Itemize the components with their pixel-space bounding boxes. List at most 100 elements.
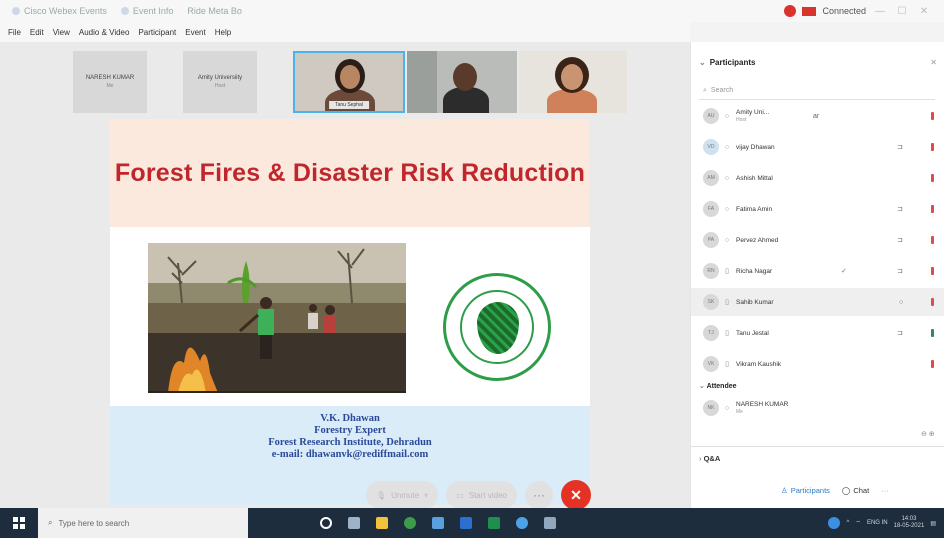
- device-icon: ▯: [725, 330, 729, 337]
- device-icon: ▯: [725, 268, 729, 275]
- avatar: NK: [703, 400, 719, 416]
- avatar: VK: [703, 356, 719, 372]
- excel-icon[interactable]: [488, 517, 500, 529]
- mic-muted-icon[interactable]: [931, 143, 934, 151]
- chevron-down-icon[interactable]: ▾: [424, 491, 428, 500]
- avatar: RN: [703, 263, 719, 279]
- participant-name: vijay Dhawan: [736, 143, 775, 151]
- presenter-institute: Forest Research Institute, Dehradun: [268, 437, 432, 448]
- window-tab-3[interactable]: Ride Meta Bo: [187, 6, 242, 16]
- start-button[interactable]: [0, 508, 38, 538]
- more-options-button[interactable]: ···: [525, 481, 553, 509]
- word-icon[interactable]: [460, 517, 472, 529]
- close-button[interactable]: ✕: [916, 6, 932, 17]
- webex-app-icon[interactable]: [516, 517, 528, 529]
- share-icon[interactable]: ⊐: [897, 236, 903, 244]
- participants-panel: ⌄ Participants ✕ ⌕ Search AU ○ Amity Uni…: [690, 42, 944, 508]
- start-video-button[interactable]: ▭ Start video: [446, 481, 517, 509]
- menu-event[interactable]: Event: [185, 28, 205, 37]
- mic-muted-icon[interactable]: [931, 205, 934, 213]
- window-tab-2[interactable]: Event Info: [120, 6, 173, 16]
- video-tile[interactable]: [407, 51, 517, 113]
- leave-meeting-button[interactable]: ✕: [561, 480, 591, 510]
- participant-card[interactable]: Amity Universiity Host: [183, 51, 257, 113]
- mic-muted-icon[interactable]: [931, 174, 934, 182]
- mic-muted-icon[interactable]: [931, 112, 934, 120]
- menu-participant[interactable]: Participant: [138, 28, 176, 37]
- network-icon[interactable]: ⌔: [855, 519, 861, 527]
- chrome-icon[interactable]: [404, 517, 416, 529]
- webex-tray-icon[interactable]: [828, 517, 841, 529]
- unmute-button[interactable]: 🎙 Unmute ▾: [366, 481, 439, 509]
- taskbar-search-input[interactable]: ⌕ Type here to search: [38, 508, 248, 538]
- mic-muted-icon[interactable]: [931, 360, 934, 368]
- menu-view[interactable]: View: [53, 28, 70, 37]
- attendee-row[interactable]: NK ○ NARESH KUMAR Me: [691, 394, 944, 422]
- panel-divider: [691, 446, 944, 447]
- mic-muted-icon[interactable]: [931, 298, 934, 306]
- video-tile-active[interactable]: Tanu Sephal: [293, 51, 405, 113]
- menu-edit[interactable]: Edit: [30, 28, 44, 37]
- participant-row[interactable]: RN ▯ Richa Nagar ✓ ⊐: [691, 257, 944, 285]
- flag-icon: [802, 6, 817, 16]
- more-panels-button[interactable]: ···: [881, 486, 889, 495]
- app-icon[interactable]: [544, 517, 556, 529]
- avatar: AM: [703, 170, 719, 186]
- participant-row-selected[interactable]: SK ▯ Sahib Kumar ○: [691, 288, 944, 316]
- participant-row[interactable]: PA ○ Pervez Ahmed ⊐: [691, 226, 944, 254]
- zoom-controls[interactable]: ⊖ ⊕: [921, 430, 935, 438]
- close-panel-icon[interactable]: ✕: [930, 58, 937, 67]
- participant-name: Sahib Kumar: [736, 298, 774, 306]
- share-icon[interactable]: ⊐: [897, 143, 903, 151]
- menu-audio-video[interactable]: Audio & Video: [79, 28, 130, 37]
- chat-tab-button[interactable]: ◯ Chat: [842, 486, 869, 495]
- maximize-button[interactable]: ☐: [894, 6, 910, 17]
- participant-row[interactable]: FA ○ Fatima Amin ⊐: [691, 195, 944, 223]
- mic-muted-icon[interactable]: [931, 267, 934, 275]
- share-icon[interactable]: ⊐: [897, 267, 903, 275]
- panel-header: ⌄ Participants ✕: [691, 55, 944, 69]
- connection-status[interactable]: Connected: [822, 6, 866, 16]
- video-tile[interactable]: [519, 51, 627, 113]
- participant-search-input[interactable]: ⌕ Search: [699, 82, 935, 100]
- avatar: PA: [703, 232, 719, 248]
- task-view-icon[interactable]: [348, 517, 360, 529]
- file-explorer-icon[interactable]: [376, 517, 388, 529]
- collapse-icon[interactable]: ⌄: [699, 58, 706, 67]
- menu-file[interactable]: File: [8, 28, 21, 37]
- share-icon[interactable]: ⊐: [897, 329, 903, 337]
- avatar: TJ: [703, 325, 719, 341]
- attendee-section-label[interactable]: ⌄ Attendee: [699, 382, 737, 390]
- participant-row[interactable]: AU ○ Amity Uni... Host ar: [691, 102, 944, 130]
- chat-icon: ◯: [841, 486, 851, 495]
- taskbar-clock[interactable]: 14:03 18-05-2021: [894, 516, 925, 530]
- tray-chevron-icon[interactable]: ^: [846, 520, 849, 526]
- minimize-button[interactable]: —: [872, 6, 888, 17]
- participant-row[interactable]: TJ ▯ Tanu Jestal ⊐: [691, 319, 944, 347]
- presenter-name: V.K. Dhawan: [320, 413, 380, 424]
- mic-muted-icon[interactable]: [931, 236, 934, 244]
- attendee-role: Me: [736, 409, 743, 415]
- participant-card[interactable]: NARESH KUMAR Me: [73, 51, 147, 113]
- participant-name: Ashish Mittal: [736, 174, 773, 182]
- menu-help[interactable]: Help: [215, 28, 231, 37]
- person-face: [453, 63, 477, 91]
- options-icon[interactable]: ○: [899, 299, 903, 306]
- meeting-stage: NARESH KUMAR Me Amity Universiity Host T…: [0, 42, 690, 510]
- cortana-icon[interactable]: [320, 517, 332, 529]
- language-indicator[interactable]: ENG IN: [867, 520, 888, 526]
- participant-row[interactable]: VK ▯ Vikram Kaushik: [691, 350, 944, 378]
- mic-active-icon[interactable]: [931, 329, 934, 337]
- store-icon[interactable]: [432, 517, 444, 529]
- participants-tab-button[interactable]: ♙ Participants: [781, 486, 830, 495]
- person-face: [561, 64, 583, 90]
- participant-row[interactable]: VD ○ vijay Dhawan ⊐: [691, 133, 944, 161]
- share-icon[interactable]: ⊐: [897, 205, 903, 213]
- window-tab-1[interactable]: Cisco Webex Events: [12, 6, 107, 16]
- device-icon: ▯: [725, 361, 729, 368]
- notifications-icon[interactable]: ▤: [930, 520, 936, 527]
- thumbnail-strip: NARESH KUMAR Me Amity Universiity Host T…: [73, 51, 627, 113]
- forest-fire-photo: [148, 243, 406, 393]
- participant-row[interactable]: AM ○ Ashish Mittal: [691, 164, 944, 192]
- qa-section-toggle[interactable]: › Q&A: [699, 454, 720, 463]
